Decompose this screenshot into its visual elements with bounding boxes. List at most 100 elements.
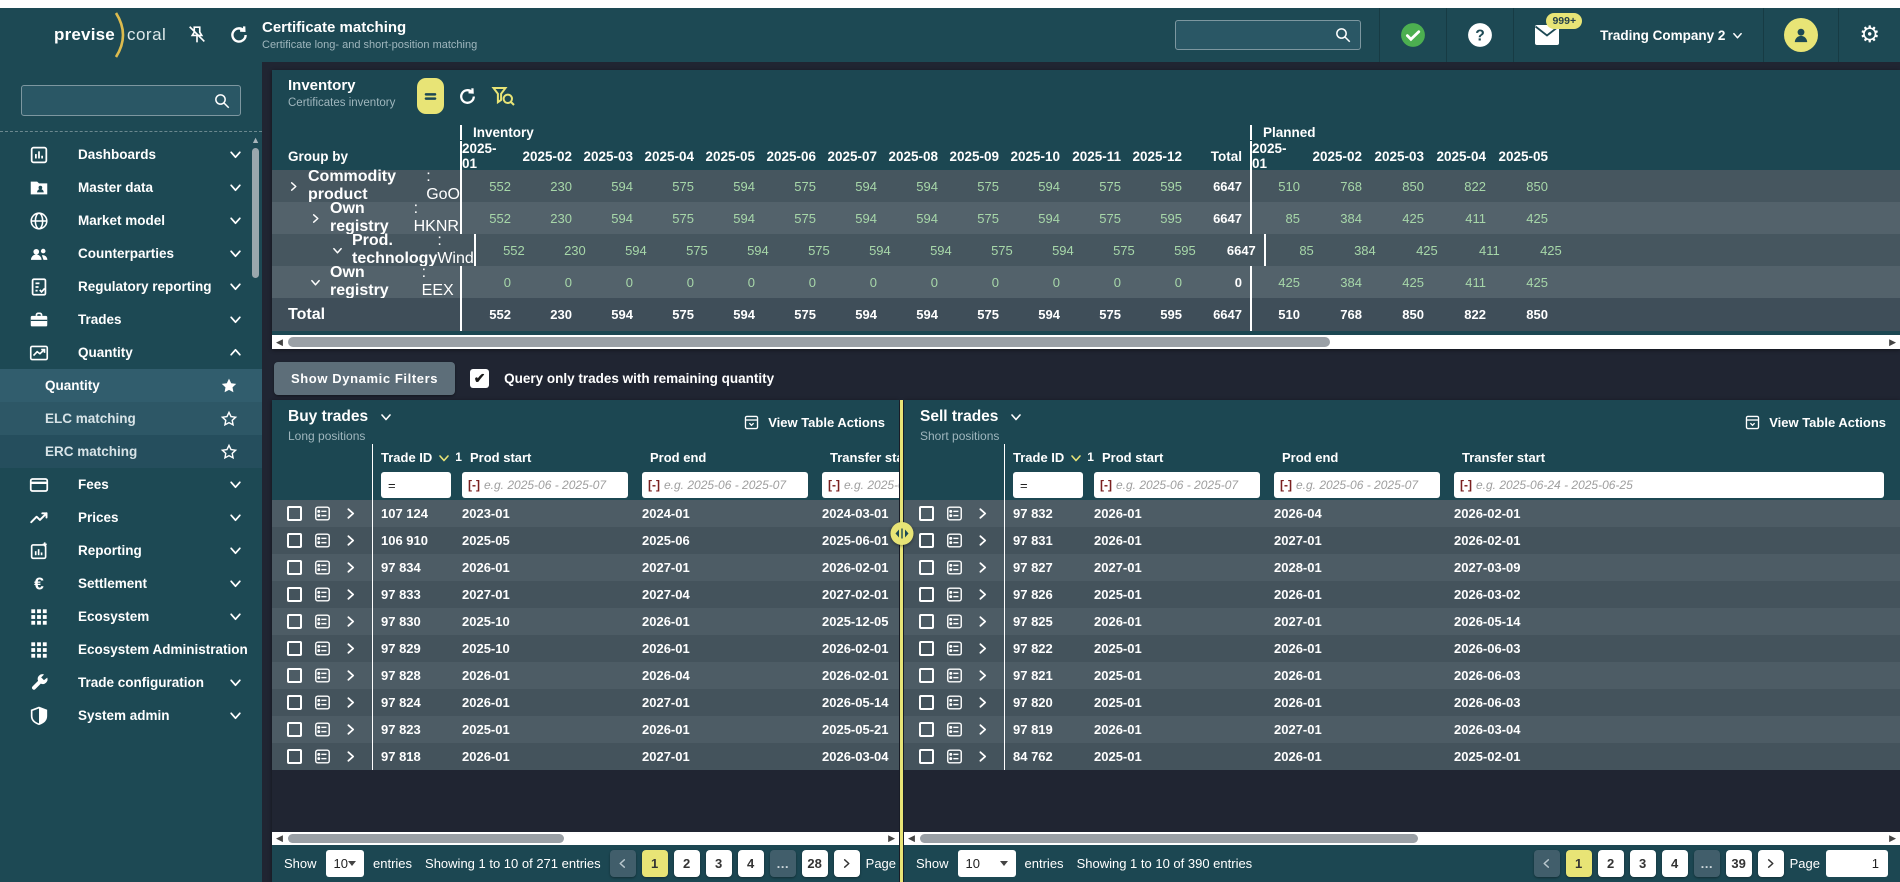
table-row[interactable]: 97 8332027-012027-042027-02-01: [272, 581, 899, 608]
row-checkbox[interactable]: [919, 722, 934, 737]
row-expand-icon[interactable]: [976, 534, 989, 547]
prod-start-filter-input[interactable]: [-]: [1094, 472, 1260, 498]
sidebar-item-counterparties[interactable]: Counterparties: [0, 237, 262, 270]
resize-handle[interactable]: [890, 522, 913, 545]
row-checkbox[interactable]: [919, 749, 934, 764]
row-details-icon[interactable]: [945, 720, 964, 739]
row-checkbox[interactable]: [287, 668, 302, 683]
row-details-icon[interactable]: [313, 666, 332, 685]
sidebar-item-trade-configuration[interactable]: Trade configuration: [0, 666, 262, 699]
row-checkbox[interactable]: [287, 695, 302, 710]
row-checkbox[interactable]: [287, 722, 302, 737]
table-row[interactable]: 97 8282026-012026-042026-02-01: [272, 662, 899, 689]
row-expand-icon[interactable]: [344, 561, 357, 574]
prev-page-button[interactable]: [610, 850, 636, 877]
row-expand-icon[interactable]: [976, 507, 989, 520]
row-details-icon[interactable]: [945, 504, 964, 523]
pin-off-icon[interactable]: [186, 24, 208, 46]
sidebar-item-ecosystem-administration[interactable]: Ecosystem Administration: [0, 633, 262, 666]
sort-desc-icon[interactable]: [1070, 452, 1082, 464]
row-expand-icon[interactable]: [976, 723, 989, 736]
next-page-button[interactable]: [834, 850, 860, 877]
row-details-icon[interactable]: [945, 531, 964, 550]
sort-desc-icon[interactable]: [438, 452, 450, 464]
row-details-icon[interactable]: [945, 558, 964, 577]
row-details-icon[interactable]: [945, 585, 964, 604]
inventory-menu-button[interactable]: [417, 78, 444, 114]
trade-id-filter-input[interactable]: [1013, 472, 1083, 498]
sidebar-search-input[interactable]: [31, 93, 213, 108]
row-checkbox[interactable]: [287, 749, 302, 764]
row-details-icon[interactable]: [313, 693, 332, 712]
company-selector[interactable]: Trading Company 2: [1580, 8, 1763, 62]
star-icon[interactable]: [220, 377, 238, 395]
scrollbar-thumb[interactable]: [288, 337, 1330, 347]
star-icon[interactable]: [220, 443, 238, 461]
row-expand-icon[interactable]: [344, 723, 357, 736]
page-button-28[interactable]: 28: [802, 850, 828, 877]
page-button-2[interactable]: 2: [1598, 850, 1624, 877]
table-row[interactable]: 97 8222025-012026-012026-06-03: [904, 635, 1900, 662]
gear-icon[interactable]: ⚙: [1859, 24, 1880, 47]
row-details-icon[interactable]: [313, 504, 332, 523]
row-details-icon[interactable]: [313, 747, 332, 766]
chevron-right-icon[interactable]: [310, 213, 321, 224]
row-expand-icon[interactable]: [976, 642, 989, 655]
sidebar-subitem-elc-matching[interactable]: ELC matching: [0, 402, 262, 435]
page-button-2[interactable]: 2: [674, 850, 700, 877]
date-range-input[interactable]: [1116, 478, 1254, 492]
scrollbar-thumb[interactable]: [288, 834, 564, 843]
row-checkbox[interactable]: [919, 614, 934, 629]
chevron-down-icon[interactable]: [1010, 411, 1022, 423]
table-row[interactable]: 97 8242026-012027-012026-05-14: [272, 689, 899, 716]
table-row[interactable]: 97 8202025-012026-012026-06-03: [904, 689, 1900, 716]
sidebar-item-fees[interactable]: Fees: [0, 468, 262, 501]
sidebar-search[interactable]: [21, 85, 241, 116]
table-row[interactable]: 97 8232025-012026-012025-05-21: [272, 716, 899, 743]
row-checkbox[interactable]: [919, 641, 934, 656]
row-expand-icon[interactable]: [344, 615, 357, 628]
row-details-icon[interactable]: [313, 558, 332, 577]
sidebar-item-settlement[interactable]: €Settlement: [0, 567, 262, 600]
sidebar-scroll-up-icon[interactable]: ▲: [251, 136, 260, 145]
row-expand-icon[interactable]: [344, 750, 357, 763]
sidebar-item-dashboards[interactable]: Dashboards: [0, 138, 262, 171]
refresh-icon[interactable]: [228, 24, 250, 46]
row-checkbox[interactable]: [287, 533, 302, 548]
scroll-left-icon[interactable]: ◀: [908, 833, 915, 844]
row-checkbox[interactable]: [287, 587, 302, 602]
sidebar-item-master-data[interactable]: Master data: [0, 171, 262, 204]
remaining-quantity-checkbox[interactable]: ✔: [470, 369, 489, 388]
app-logo[interactable]: previse coral: [54, 12, 166, 58]
trade-id-filter-input[interactable]: [381, 472, 451, 498]
prod-start-filter-input[interactable]: [-]: [462, 472, 628, 498]
sidebar-item-quantity[interactable]: Quantity: [0, 336, 262, 369]
row-details-icon[interactable]: [313, 612, 332, 631]
table-row[interactable]: 107 1242023-012024-012024-03-01: [272, 500, 899, 527]
chevron-right-icon[interactable]: [288, 181, 299, 192]
next-page-button[interactable]: [1758, 850, 1784, 877]
date-range-input[interactable]: [844, 478, 899, 492]
sidebar-subitem-quantity[interactable]: Quantity: [0, 369, 262, 402]
sidebar-item-regulatory-reporting[interactable]: Regulatory reporting: [0, 270, 262, 303]
row-expand-icon[interactable]: [344, 642, 357, 655]
page-button-39[interactable]: 39: [1726, 850, 1752, 877]
date-range-input[interactable]: [484, 478, 622, 492]
row-expand-icon[interactable]: [976, 669, 989, 682]
row-expand-icon[interactable]: [976, 696, 989, 709]
scrollbar-thumb[interactable]: [920, 834, 1418, 843]
scroll-left-icon[interactable]: ◀: [276, 337, 283, 348]
row-checkbox[interactable]: [919, 560, 934, 575]
inventory-row[interactable]: Commodity product : GoO55223059457559457…: [272, 170, 1900, 202]
chevron-down-icon[interactable]: [380, 411, 392, 423]
view-table-actions-button[interactable]: View Table Actions: [743, 414, 885, 431]
row-expand-icon[interactable]: [344, 534, 357, 547]
refresh-icon[interactable]: [457, 86, 478, 107]
scroll-right-icon[interactable]: ▶: [888, 833, 895, 844]
row-details-icon[interactable]: [313, 531, 332, 550]
table-row[interactable]: 97 8212025-012026-012026-06-03: [904, 662, 1900, 689]
date-range-input[interactable]: [1476, 478, 1878, 492]
table-row[interactable]: 97 8322026-012026-042026-02-01: [904, 500, 1900, 527]
star-icon[interactable]: [220, 410, 238, 428]
scroll-right-icon[interactable]: ▶: [1889, 833, 1896, 844]
